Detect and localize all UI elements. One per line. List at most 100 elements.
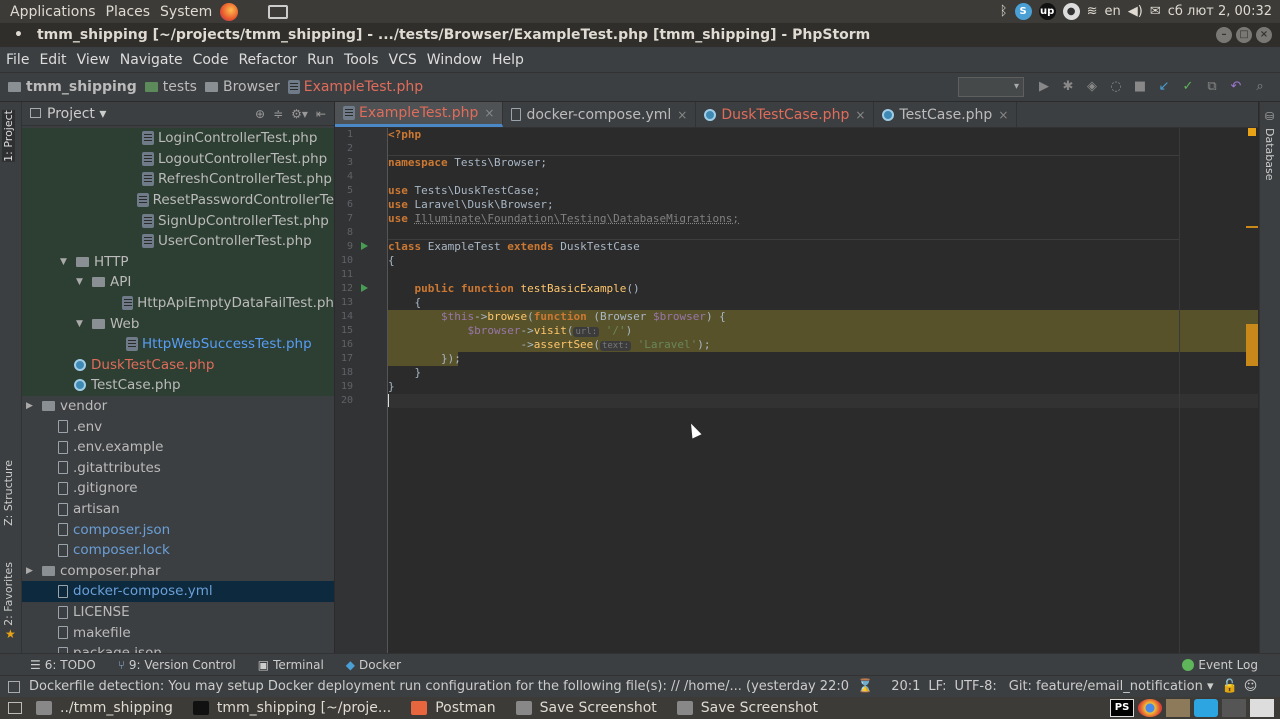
tree-item[interactable]: artisan	[22, 499, 334, 520]
expanded-arrow-icon[interactable]: ▼	[76, 277, 88, 287]
files-tray-icon[interactable]	[1166, 699, 1190, 717]
editor-tab[interactable]: DuskTestCase.php ×	[696, 102, 875, 127]
tree-item[interactable]: ▼ Web	[22, 313, 334, 334]
close-tab-icon[interactable]: ×	[998, 108, 1008, 122]
expanded-arrow-icon[interactable]: ▼	[60, 257, 72, 267]
docker-tool-button[interactable]: ◆ Docker	[346, 658, 401, 672]
places-menu[interactable]: Places	[106, 4, 151, 20]
menu-file[interactable]: File	[6, 52, 29, 68]
tree-item[interactable]: .gitattributes	[22, 458, 334, 479]
breadcrumb-tests[interactable]: tests	[144, 79, 197, 95]
maximize-button[interactable]: □	[1236, 27, 1252, 43]
run-icon[interactable]: ▶	[1036, 79, 1052, 95]
close-tab-icon[interactable]: ×	[484, 106, 494, 120]
vcs-update-icon[interactable]: ↙	[1156, 79, 1172, 95]
taskbar-window[interactable]: ../tmm_shipping	[36, 700, 173, 716]
event-log-button[interactable]: Event Log	[1182, 658, 1258, 672]
tree-item[interactable]: ▶ vendor	[22, 396, 334, 417]
telegram-tray-icon[interactable]	[1194, 699, 1218, 717]
profile-icon[interactable]: ◌	[1108, 79, 1124, 95]
run-gutter-icon[interactable]	[361, 284, 368, 292]
debug-icon[interactable]: ✱	[1060, 79, 1076, 95]
close-tab-icon[interactable]: ×	[677, 108, 687, 122]
todo-tool-button[interactable]: ☰ 6: TODO	[30, 658, 96, 672]
git-branch[interactable]: Git: feature/email_notification ▾	[1009, 679, 1214, 694]
run-gutter-icon[interactable]	[361, 242, 368, 250]
vcs-commit-icon[interactable]: ✓	[1180, 79, 1196, 95]
taskbar-window[interactable]: tmm_shipping [~/proje...	[192, 700, 391, 716]
lock-icon[interactable]: 🔓	[1222, 679, 1238, 694]
breadcrumb-file[interactable]: ExampleTest.php	[287, 79, 423, 95]
tree-item[interactable]: LoginControllerTest.php	[22, 128, 334, 149]
tree-item[interactable]: .gitignore	[22, 478, 334, 499]
tree-item[interactable]: TestCase.php	[22, 375, 334, 396]
tree-item[interactable]: ▼ API	[22, 272, 334, 293]
close-button[interactable]: ×	[1256, 27, 1272, 43]
line-separator[interactable]: LF:	[928, 679, 946, 694]
breadcrumb-browser[interactable]: Browser	[204, 79, 280, 95]
tree-item[interactable]: makefile	[22, 622, 334, 643]
menu-refactor[interactable]: Refactor	[238, 52, 297, 68]
workspace-tray-icon[interactable]	[1250, 699, 1274, 717]
file-encoding[interactable]: UTF-8:	[954, 679, 996, 694]
tree-item[interactable]: UserControllerTest.php	[22, 231, 334, 252]
firefox-icon[interactable]	[220, 2, 239, 21]
tree-item[interactable]: docker-compose.yml	[22, 581, 334, 602]
record-icon[interactable]: ●	[1062, 3, 1080, 20]
vcs-compare-icon[interactable]: ⧉	[1204, 79, 1220, 95]
tree-item[interactable]: .env	[22, 416, 334, 437]
tree-item[interactable]: LogoutControllerTest.php	[22, 148, 334, 170]
language-indicator[interactable]: en	[1105, 4, 1121, 19]
show-desktop-button[interactable]	[8, 702, 22, 714]
tab-structure-tool[interactable]: Z: Structure	[2, 460, 15, 526]
tree-item[interactable]: DuskTestCase.php	[22, 354, 334, 376]
menu-navigate[interactable]: Navigate	[120, 52, 183, 68]
tree-item[interactable]: composer.lock	[22, 540, 334, 561]
tree-item[interactable]: package.json	[22, 643, 334, 653]
window-menu-dot[interactable]: •	[14, 27, 23, 43]
hide-icon[interactable]: ⇤	[316, 107, 326, 121]
wifi-icon[interactable]: ≋	[1087, 4, 1098, 19]
inspector-icon[interactable]: ☺	[1244, 679, 1258, 694]
terminal-tray-icon[interactable]	[1222, 699, 1246, 717]
minimize-button[interactable]: –	[1216, 27, 1232, 43]
collapse-all-icon[interactable]: ≑	[273, 107, 283, 121]
tree-item[interactable]: RefreshControllerTest.php	[22, 169, 334, 190]
breadcrumb-project[interactable]: tmm_shipping	[8, 79, 137, 95]
clock[interactable]: сб лют 2, 00:32	[1168, 4, 1272, 19]
bluetooth-icon[interactable]: ᛒ	[1000, 4, 1008, 19]
close-tab-icon[interactable]: ×	[855, 108, 865, 122]
screenshot-launcher-icon[interactable]	[268, 4, 289, 19]
system-menu[interactable]: System	[160, 4, 212, 20]
revert-icon[interactable]: ↶	[1228, 79, 1244, 95]
collapsed-arrow-icon[interactable]: ▶	[26, 401, 38, 411]
collapsed-arrow-icon[interactable]: ▶	[26, 566, 38, 576]
background-tasks-icon[interactable]: ⌛	[857, 679, 873, 694]
menu-window[interactable]: Window	[427, 52, 482, 68]
tree-item[interactable]: HttpApiEmptyDataFailTest.ph	[22, 292, 334, 314]
coverage-icon[interactable]: ◈	[1084, 79, 1100, 95]
expanded-arrow-icon[interactable]: ▼	[76, 319, 88, 329]
search-icon[interactable]: ⌕	[1252, 79, 1268, 95]
chrome-tray-icon[interactable]	[1138, 699, 1162, 717]
tree-item[interactable]: ResetPasswordControllerTe	[22, 189, 334, 211]
menu-view[interactable]: View	[77, 52, 110, 68]
stop-icon[interactable]: ■	[1132, 79, 1148, 95]
taskbar-window[interactable]: Save Screenshot	[676, 700, 818, 716]
applications-menu[interactable]: Applications	[10, 4, 96, 20]
tab-project-tool[interactable]: 1: Project	[2, 110, 15, 162]
menu-edit[interactable]: Edit	[39, 52, 66, 68]
mail-icon[interactable]: ✉	[1150, 4, 1161, 19]
tree-item[interactable]: LICENSE	[22, 602, 334, 623]
tab-database-tool[interactable]: Database	[1263, 128, 1276, 181]
taskbar-window[interactable]: Save Screenshot	[515, 700, 657, 716]
menu-vcs[interactable]: VCS	[389, 52, 417, 68]
menu-help[interactable]: Help	[492, 52, 524, 68]
menu-run[interactable]: Run	[307, 52, 334, 68]
settings-icon[interactable]: ⚙▾	[291, 107, 308, 121]
editor-tab[interactable]: docker-compose.yml ×	[503, 102, 697, 127]
editor-tab[interactable]: ExampleTest.php ×	[335, 102, 504, 127]
tree-item[interactable]: SignUpControllerTest.php	[22, 210, 334, 231]
scroll-from-source-icon[interactable]: ⊕	[255, 107, 265, 121]
status-toggle-icon[interactable]	[8, 680, 20, 693]
